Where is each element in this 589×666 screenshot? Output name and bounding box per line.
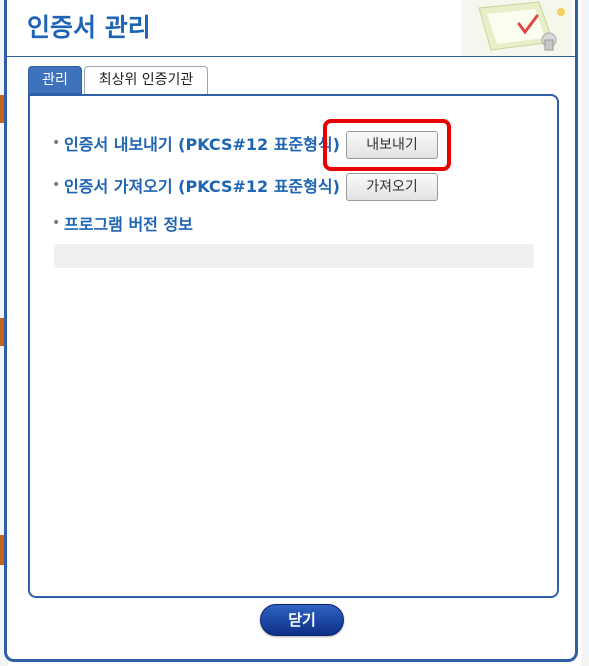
background-right-strip [581,0,589,666]
version-info-box [54,244,534,268]
content-panel: • 인증서 내보내기 (PKCS#12 표준형식) 내보내기 • 인증서 가져오… [28,94,559,598]
certificate-manager-dialog: 인증서 관리 관리 최상위 인증기관 • 인증서 내보내기 (PKCS#12 표… [4,0,578,662]
tab-root-ca[interactable]: 최상위 인증기관 [84,66,208,94]
version-row: • 프로그램 버전 정보 [52,208,193,238]
tab-manage[interactable]: 관리 [28,66,82,94]
bullet-icon: • [52,177,61,193]
import-label: 인증서 가져오기 (PKCS#12 표준형식) [64,177,340,196]
import-row: • 인증서 가져오기 (PKCS#12 표준형식) [52,170,340,200]
bullet-icon: • [52,135,61,151]
certificate-illustration-icon [461,0,571,56]
export-row: • 인증서 내보내기 (PKCS#12 표준형식) [52,128,340,158]
import-button[interactable]: 가져오기 [346,173,438,201]
close-button[interactable]: 닫기 [260,604,344,636]
dialog-title: 인증서 관리 [27,13,151,42]
title-bar: 인증서 관리 [7,0,575,57]
export-button[interactable]: 내보내기 [346,131,438,159]
bullet-icon: • [52,215,61,231]
export-label: 인증서 내보내기 (PKCS#12 표준형식) [64,135,340,154]
version-label: 프로그램 버전 정보 [64,215,193,234]
